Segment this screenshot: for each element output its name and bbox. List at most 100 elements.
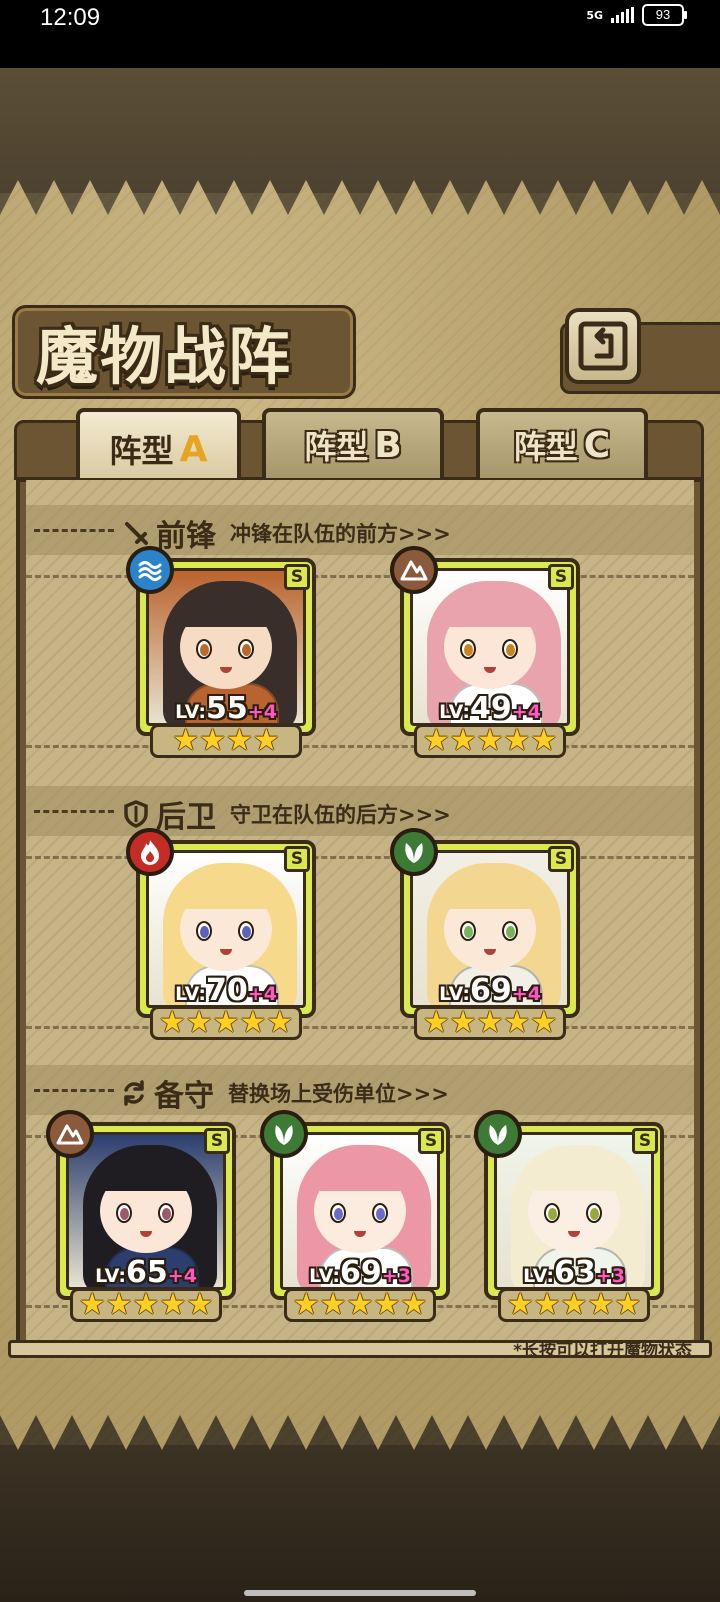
star-rating: ★ ★ ★ ★ ★ bbox=[498, 1288, 650, 1322]
level-label: LV: bbox=[309, 1265, 341, 1287]
back-row bbox=[26, 836, 694, 1046]
hair-bangs bbox=[441, 869, 547, 909]
rank-badge: S bbox=[418, 1128, 444, 1154]
star-icon: ★ bbox=[587, 1287, 615, 1322]
swap-icon bbox=[120, 1079, 148, 1107]
section-header-reserve: 备守 替换场上受伤单位>>> bbox=[26, 1065, 694, 1115]
section-header-front: 前锋 冲锋在队伍的前方>>> bbox=[26, 505, 694, 555]
unit-level: LV:55+4 bbox=[140, 691, 312, 726]
rank-badge: S bbox=[284, 846, 310, 872]
star-icon: ★ bbox=[346, 1287, 374, 1322]
star-icon: ★ bbox=[422, 723, 450, 758]
unit-level: LV:65+4 bbox=[60, 1255, 232, 1290]
earth-element-icon bbox=[390, 546, 438, 594]
unit-level: LV:63+3 bbox=[488, 1255, 660, 1290]
level-bonus: +4 bbox=[511, 701, 541, 723]
star-icon: ★ bbox=[449, 723, 477, 758]
star-icon: ★ bbox=[533, 1287, 561, 1322]
level-label: LV: bbox=[95, 1265, 127, 1287]
battery-icon: 93 bbox=[642, 4, 687, 26]
wood-element-icon bbox=[260, 1110, 308, 1158]
section-desc: 替换场上受伤单位>>> bbox=[228, 1082, 449, 1106]
star-icon: ★ bbox=[614, 1287, 642, 1322]
star-icon: ★ bbox=[506, 1287, 534, 1322]
level-value: 65 bbox=[126, 1255, 168, 1290]
level-label: LV: bbox=[523, 1265, 555, 1287]
star-icon: ★ bbox=[449, 1005, 477, 1040]
star-icon: ★ bbox=[212, 1005, 240, 1040]
star-icon: ★ bbox=[252, 723, 280, 758]
star-icon: ★ bbox=[530, 1005, 558, 1040]
star-icon: ★ bbox=[400, 1287, 428, 1322]
hair-bangs bbox=[525, 1151, 631, 1191]
star-icon: ★ bbox=[105, 1287, 133, 1322]
tab-label: 阵型 bbox=[304, 428, 369, 466]
star-icon: ★ bbox=[292, 1287, 320, 1322]
back-button[interactable] bbox=[565, 308, 641, 384]
star-icon: ★ bbox=[185, 1005, 213, 1040]
star-rating: ★ ★ ★ ★ ★ bbox=[414, 724, 566, 758]
wood-element-icon bbox=[474, 1110, 522, 1158]
home-indicator[interactable] bbox=[244, 1590, 476, 1596]
star-icon: ★ bbox=[158, 1005, 186, 1040]
hair-bangs bbox=[441, 587, 547, 627]
signal-icon bbox=[611, 7, 634, 23]
unit-level: LV:49+4 bbox=[404, 691, 576, 726]
unit-level: LV:70+4 bbox=[140, 973, 312, 1008]
level-value: 69 bbox=[470, 973, 512, 1008]
tab-formation-b[interactable]: 阵型 B bbox=[262, 408, 444, 478]
level-value: 55 bbox=[206, 691, 248, 726]
level-bonus: +3 bbox=[595, 1265, 625, 1287]
hair-bangs bbox=[97, 1151, 203, 1191]
star-icon: ★ bbox=[266, 1005, 294, 1040]
star-rating: ★ ★ ★ ★ bbox=[150, 724, 302, 758]
section-name: 备守 bbox=[154, 1079, 214, 1114]
star-icon: ★ bbox=[239, 1005, 267, 1040]
wood-element-icon bbox=[390, 828, 438, 876]
earth-element-icon bbox=[46, 1110, 94, 1158]
map-strip-bottom bbox=[0, 1445, 720, 1602]
unit-level: LV:69+4 bbox=[404, 973, 576, 1008]
hair-bangs bbox=[177, 869, 283, 909]
rank-badge: S bbox=[548, 846, 574, 872]
star-icon: ★ bbox=[319, 1287, 347, 1322]
star-icon: ★ bbox=[186, 1287, 214, 1322]
unit-level: LV:69+3 bbox=[274, 1255, 446, 1290]
tab-label: 阵型 bbox=[109, 432, 174, 470]
star-icon: ★ bbox=[476, 723, 504, 758]
tab-formation-a[interactable]: 阵型 A bbox=[76, 408, 241, 486]
rank-badge: S bbox=[204, 1128, 230, 1154]
hair-bangs bbox=[177, 587, 283, 627]
rank-badge: S bbox=[284, 564, 310, 590]
star-rating: ★ ★ ★ ★ ★ bbox=[150, 1006, 302, 1040]
level-value: 49 bbox=[470, 691, 512, 726]
hair-bangs bbox=[311, 1151, 417, 1191]
network-type: 5G bbox=[586, 8, 603, 22]
section-header-back: 后卫 守卫在队伍的后方>>> bbox=[26, 786, 694, 836]
star-icon: ★ bbox=[159, 1287, 187, 1322]
tab-formation-c[interactable]: 阵型 C bbox=[476, 408, 648, 478]
fire-element-icon bbox=[126, 828, 174, 876]
status-bar: 12:09 5G 93 bbox=[0, 0, 720, 68]
star-icon: ★ bbox=[476, 1005, 504, 1040]
star-rating: ★ ★ ★ ★ ★ bbox=[414, 1006, 566, 1040]
shield-icon bbox=[122, 800, 150, 828]
status-time: 12:09 bbox=[40, 4, 101, 31]
star-icon: ★ bbox=[172, 723, 200, 758]
star-icon: ★ bbox=[503, 723, 531, 758]
level-label: LV: bbox=[439, 983, 471, 1005]
level-bonus: +4 bbox=[247, 701, 277, 723]
star-rating: ★ ★ ★ ★ ★ bbox=[70, 1288, 222, 1322]
tab-letter: B bbox=[374, 424, 402, 466]
star-icon: ★ bbox=[132, 1287, 160, 1322]
level-bonus: +4 bbox=[511, 983, 541, 1005]
section-desc: 冲锋在队伍的前方>>> bbox=[230, 522, 451, 546]
level-bonus: +4 bbox=[247, 983, 277, 1005]
star-icon: ★ bbox=[199, 723, 226, 758]
front-row bbox=[26, 555, 694, 765]
map-strip-top bbox=[0, 68, 720, 193]
tab-letter: C bbox=[583, 424, 611, 466]
star-icon: ★ bbox=[560, 1287, 588, 1322]
star-rating: ★ ★ ★ ★ ★ bbox=[284, 1288, 436, 1322]
long-press-hint: *长按可以打开魔物状态 bbox=[513, 1341, 692, 1361]
